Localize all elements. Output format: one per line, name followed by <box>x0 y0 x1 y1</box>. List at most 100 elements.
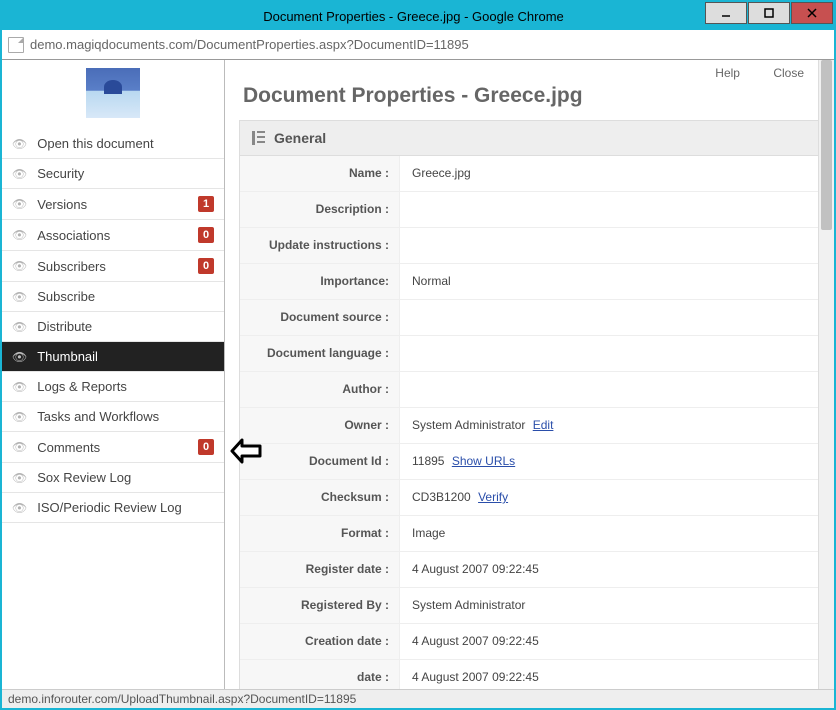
property-value <box>400 336 819 371</box>
eye-icon: 👁 <box>12 471 27 485</box>
window-title: Document Properties - Greece.jpg - Googl… <box>122 9 705 24</box>
sidebar-item[interactable]: 👁 Thumbnail <box>2 342 224 372</box>
sidebar-item[interactable]: 👁Security <box>2 159 224 189</box>
sidebar-item-label: Sox Review Log <box>37 470 214 485</box>
property-value: System Administrator <box>400 588 819 623</box>
window-titlebar: Document Properties - Greece.jpg - Googl… <box>2 2 834 30</box>
property-value-text: System Administrator <box>412 418 525 432</box>
property-row: Document source : <box>240 300 819 336</box>
inline-link[interactable]: Edit <box>533 418 554 432</box>
property-row: Format :Image <box>240 516 819 552</box>
top-links: Help Close <box>225 60 834 80</box>
sidebar-item-label: Thumbnail <box>37 349 214 364</box>
close-link[interactable]: Close <box>773 66 804 80</box>
address-bar: demo.magiqdocuments.com/DocumentProperti… <box>2 30 834 60</box>
property-row: Update instructions : <box>240 228 819 264</box>
property-value: 4 August 2007 09:22:45 <box>400 624 819 659</box>
property-key: Creation date : <box>240 624 400 659</box>
inline-link[interactable]: Verify <box>478 490 508 504</box>
property-value-text: 11895 <box>412 454 444 468</box>
property-row: Registered By : System Administrator <box>240 588 819 624</box>
property-key: Document source : <box>240 300 400 335</box>
eye-icon: 👁 <box>12 228 27 242</box>
sidebar: 👁Open this document👁Security👁Versions1👁A… <box>2 60 225 708</box>
count-badge: 0 <box>198 439 214 455</box>
property-value-text: System Administrator <box>412 598 525 612</box>
eye-icon: 👁 <box>12 440 27 454</box>
sidebar-item-label: Subscribers <box>37 259 198 274</box>
property-key: Document Id : <box>240 444 400 479</box>
sidebar-item-label: Logs & Reports <box>37 379 214 394</box>
window-controls <box>705 2 834 30</box>
eye-icon: 👁 <box>12 290 27 304</box>
count-badge: 1 <box>198 196 214 212</box>
maximize-button[interactable] <box>748 2 790 24</box>
property-row: Creation date : 4 August 2007 09:22:45 <box>240 624 819 660</box>
eye-icon: 👁 <box>12 501 27 515</box>
eye-icon: 👁 <box>12 320 27 334</box>
page-icon <box>8 37 24 53</box>
property-value <box>400 192 819 227</box>
property-row: Author : <box>240 372 819 408</box>
property-row: Document Id :11895 Show URLs <box>240 444 819 480</box>
count-badge: 0 <box>198 227 214 243</box>
close-window-button[interactable] <box>791 2 833 24</box>
sidebar-item[interactable]: 👁Versions1 <box>2 189 224 220</box>
sidebar-item[interactable]: 👁Open this document <box>2 129 224 159</box>
status-text: demo.inforouter.com/UploadThumbnail.aspx… <box>8 692 356 706</box>
content-area: 👁Open this document👁Security👁Versions1👁A… <box>2 60 834 708</box>
sidebar-item[interactable]: 👁 Associations0 <box>2 220 224 251</box>
property-value: CD3B1200 Verify <box>400 480 819 515</box>
property-value-text: CD3B1200 <box>412 490 471 504</box>
sidebar-nav: 👁Open this document👁Security👁Versions1👁A… <box>2 129 224 523</box>
sidebar-item[interactable]: 👁 Comments0 <box>2 432 224 463</box>
minimize-button[interactable] <box>705 2 747 24</box>
property-value-text: Greece.jpg <box>412 166 471 180</box>
property-key: Owner : <box>240 408 400 443</box>
property-key: Author : <box>240 372 400 407</box>
scrollbar[interactable]: ▼ <box>818 60 834 708</box>
sidebar-item[interactable]: 👁 Tasks and Workflows <box>2 402 224 432</box>
property-value: 11895 Show URLs <box>400 444 819 479</box>
property-key: Name : <box>240 156 400 191</box>
eye-icon: 👁 <box>12 350 27 364</box>
property-rows: Name : Greece.jpg Description :Update inst… <box>240 156 819 696</box>
sidebar-item[interactable]: 👁Distribute <box>2 312 224 342</box>
sidebar-item-label: Tasks and Workflows <box>37 409 214 424</box>
property-value-text: Image <box>412 526 445 540</box>
main-panel: Help Close Document Properties - Greece.… <box>225 60 834 708</box>
eye-icon: 👁 <box>12 167 27 181</box>
property-row: Name : Greece.jpg <box>240 156 819 192</box>
property-row: Document language : <box>240 336 819 372</box>
scrollbar-thumb[interactable] <box>821 60 832 230</box>
page-title: Document Properties - Greece.jpg <box>225 80 834 120</box>
help-link[interactable]: Help <box>715 66 740 80</box>
property-key: Registered By : <box>240 588 400 623</box>
property-row: Importance:Normal <box>240 264 819 300</box>
browser-window: Document Properties - Greece.jpg - Googl… <box>0 0 836 710</box>
property-value: Greece.jpg <box>400 156 819 191</box>
url-text[interactable]: demo.magiqdocuments.com/DocumentProperti… <box>30 37 828 52</box>
property-value <box>400 228 819 263</box>
property-value-text: Normal <box>412 274 451 288</box>
annotation-arrow-icon <box>230 438 262 467</box>
property-key: Description : <box>240 192 400 227</box>
sidebar-item-label: Associations <box>37 228 198 243</box>
property-key: Register date : <box>240 552 400 587</box>
property-row: Description : <box>240 192 819 228</box>
sidebar-item-label: Versions <box>37 197 198 212</box>
inline-link[interactable]: Show URLs <box>452 454 515 468</box>
eye-icon: 👁 <box>12 410 27 424</box>
sidebar-item[interactable]: 👁Subscribe <box>2 282 224 312</box>
sidebar-item[interactable]: 👁Logs & Reports <box>2 372 224 402</box>
sidebar-item[interactable]: 👁Subscribers0 <box>2 251 224 282</box>
property-value <box>400 372 819 407</box>
general-panel: General Name :Greece.jpgDescription :Upd… <box>239 120 820 697</box>
property-key: Update instructions : <box>240 228 400 263</box>
property-value-text: 4 August 2007 09:22:45 <box>412 634 539 648</box>
sidebar-item[interactable]: 👁 Sox Review Log <box>2 463 224 493</box>
eye-icon: 👁 <box>12 137 27 151</box>
property-value-text: 4 August 2007 09:22:45 <box>412 562 539 576</box>
sidebar-item[interactable]: 👁ISO/Periodic Review Log <box>2 493 224 523</box>
sidebar-item-label: Comments <box>37 440 198 455</box>
